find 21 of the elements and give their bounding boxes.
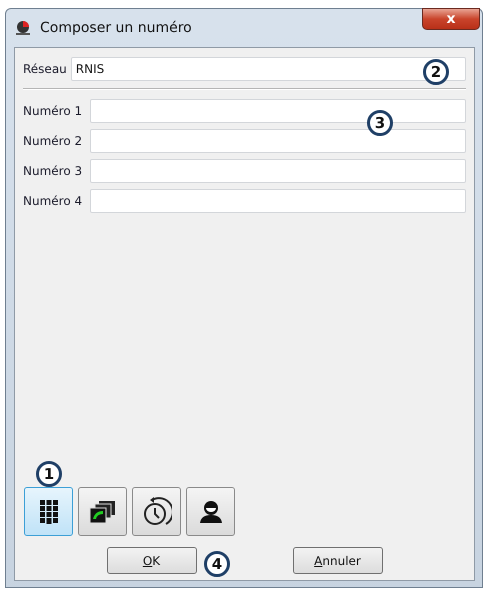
number-field[interactable]	[90, 188, 466, 212]
field-label: Numéro 1	[23, 104, 84, 118]
clock-history-icon	[142, 496, 172, 528]
window-title: Composer un numéro	[40, 20, 192, 36]
field-label: Numéro 3	[23, 164, 84, 178]
field-label: Numéro 4	[23, 194, 84, 208]
close-button[interactable]: x	[422, 8, 480, 30]
mode-button[interactable]	[186, 487, 235, 536]
mode-button[interactable]	[78, 487, 127, 536]
app-icon	[14, 19, 32, 37]
ok-button[interactable]: OK	[106, 547, 196, 574]
number-field[interactable]	[90, 128, 466, 152]
field-label: Numéro 2	[23, 134, 84, 148]
mode-button[interactable]	[132, 487, 181, 536]
cancel-button[interactable]: Annuler	[292, 547, 382, 574]
keypad-icon	[38, 498, 58, 524]
number-field[interactable]	[90, 158, 466, 182]
mode-button[interactable]	[24, 487, 73, 536]
person-icon	[198, 500, 222, 524]
phone-cards-icon	[88, 500, 116, 524]
field-label: Réseau	[23, 62, 67, 76]
